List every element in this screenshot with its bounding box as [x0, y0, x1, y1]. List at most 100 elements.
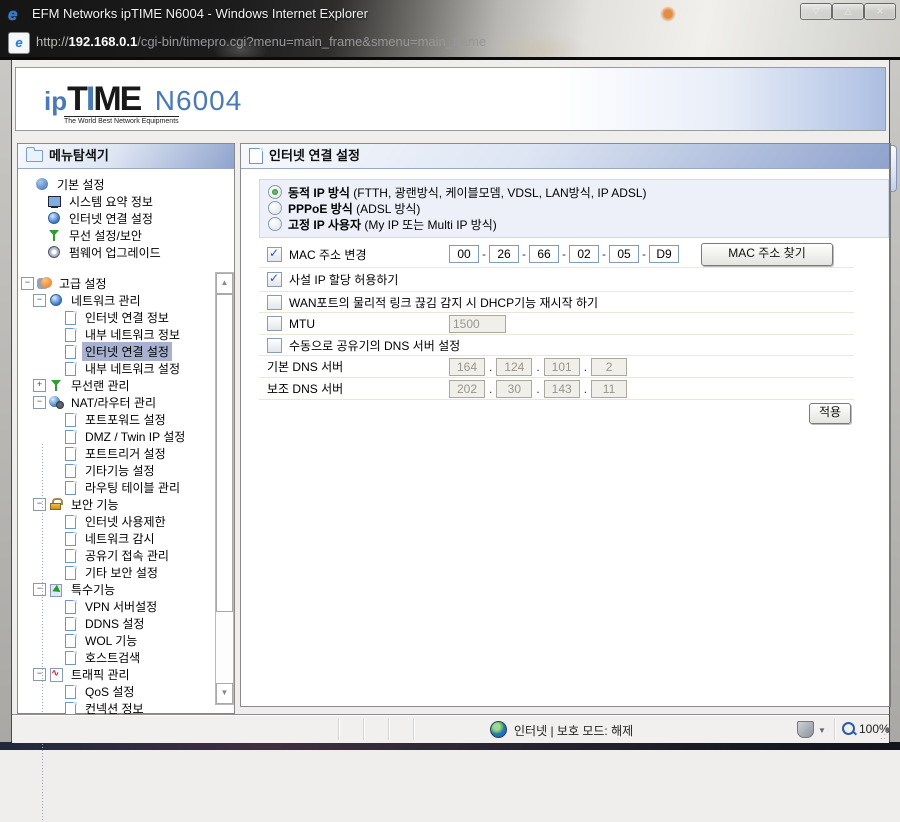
tree-item[interactable]: 라우팅 테이블 관리 — [19, 479, 211, 496]
tree-item[interactable]: 호스트검색 — [19, 649, 211, 666]
tree-item[interactable]: 포트포워드 설정 — [19, 411, 211, 428]
tree-item[interactable]: DMZ / Twin IP 설정 — [19, 428, 211, 445]
smartscreen-shield-icon[interactable] — [797, 721, 814, 738]
address-bar[interactable]: e http://192.168.0.1/cgi-bin/timepro.cgi… — [0, 28, 900, 57]
collapse-icon[interactable]: − — [33, 583, 46, 596]
mtu-checkbox[interactable] — [267, 316, 282, 331]
tree-item[interactable]: QoS 설정 — [19, 683, 211, 700]
dns-secondary-row: 보조 DNS 서버 . . . — [259, 378, 854, 400]
tree-item[interactable]: 기본 설정 — [19, 176, 211, 193]
tree-item[interactable]: −트래픽 관리 — [19, 666, 211, 683]
dns-manual-checkbox[interactable] — [267, 337, 282, 353]
doc-icon — [63, 328, 78, 342]
mac-octet-6[interactable] — [649, 245, 679, 263]
tree-item[interactable]: 내부 네트워크 정보 — [19, 326, 211, 343]
mac-octet-1[interactable] — [449, 245, 479, 263]
doc-icon — [63, 430, 78, 444]
tree-item[interactable]: 인터넷 연결 설정 — [19, 210, 211, 227]
tree-item[interactable]: − 보안 기능 — [19, 496, 211, 513]
scroll-up-icon[interactable]: ▲ — [216, 273, 233, 294]
tree-item[interactable]: WOL 기능 — [19, 632, 211, 649]
tree-item[interactable]: − 네트워크 관리 — [19, 292, 211, 309]
apply-row: 적용 — [259, 400, 854, 426]
document-icon — [249, 148, 263, 164]
mac-octet-3[interactable] — [529, 245, 559, 263]
gear-orange-icon — [37, 277, 52, 290]
collapse-icon[interactable]: − — [33, 668, 46, 681]
doc-icon — [63, 362, 78, 376]
private-ip-row: 사설 IP 할당 허용하기 — [259, 268, 854, 292]
mac-octet-2[interactable] — [489, 245, 519, 263]
dns2-octet-4 — [591, 379, 628, 398]
tree-item[interactable]: VPN 서버설정 — [19, 598, 211, 615]
tree-item[interactable]: 인터넷 연결 설정 — [19, 342, 211, 361]
globe-icon — [47, 212, 62, 225]
collapse-icon[interactable]: − — [33, 396, 46, 409]
page-favicon: e — [8, 32, 30, 54]
doc-icon — [63, 549, 78, 563]
collapse-icon[interactable]: − — [21, 277, 34, 290]
tree-item[interactable]: 내부 네트워크 설정 — [19, 360, 211, 377]
shield-dropdown-icon[interactable]: ▼ — [818, 726, 826, 735]
antenna-icon — [49, 379, 64, 392]
tree-item[interactable]: 무선 설정/보안 — [19, 227, 211, 244]
resize-grip[interactable]: .: — [880, 731, 887, 741]
private-ip-checkbox[interactable] — [267, 271, 282, 287]
dns-primary-row: 기본 DNS 서버 . . . — [259, 356, 854, 378]
mac-change-checkbox[interactable] — [267, 246, 282, 262]
doc-icon — [63, 617, 78, 631]
doc-icon — [63, 515, 78, 529]
radio-dynamic-ip[interactable] — [268, 185, 282, 199]
tree-item[interactable]: 기타 보안 설정 — [19, 564, 211, 581]
dns2-octet-2 — [496, 379, 533, 398]
tree-item[interactable]: DDNS 설정 — [19, 615, 211, 632]
close-button[interactable]: ✕ — [864, 3, 896, 20]
sidebar-scrollbar[interactable]: ▲ ▼ — [215, 272, 234, 705]
sidebar-title: 메뉴탐색기 — [49, 148, 109, 163]
tree-item[interactable]: − 고급 설정 — [19, 275, 211, 292]
content-panel: 인터넷 연결 설정 동적 IP 방식 (FTTH, 광랜방식, 케이블모뎀, V… — [240, 143, 891, 707]
radio-static-ip[interactable] — [268, 217, 282, 231]
tree-item[interactable]: − 특수기능 — [19, 581, 211, 598]
wan-type-option-dynamic[interactable]: 동적 IP 방식 (FTTH, 광랜방식, 케이블모뎀, VDSL, LAN방식… — [268, 184, 880, 200]
mac-octet-4[interactable] — [569, 245, 599, 263]
dns-primary-label: 기본 DNS 서버 — [267, 360, 344, 374]
tree-item[interactable]: 기타기능 설정 — [19, 462, 211, 479]
mac-find-button[interactable]: MAC 주소 찾기 — [701, 243, 833, 266]
apply-button[interactable]: 적용 — [809, 403, 851, 424]
collapse-icon[interactable]: − — [33, 498, 46, 511]
tree-item[interactable]: 네트워크 감시 — [19, 530, 211, 547]
mtu-label: MTU — [289, 316, 315, 331]
scrollbar-thumb[interactable] — [216, 294, 233, 612]
scroll-down-icon[interactable]: ▼ — [216, 683, 233, 704]
tree-item[interactable]: 시스템 요약 정보 — [19, 193, 211, 210]
wan-link-checkbox[interactable] — [267, 294, 282, 310]
tree-item[interactable]: 인터넷 연결 정보 — [19, 309, 211, 326]
url-text[interactable]: http://192.168.0.1/cgi-bin/timepro.cgi?m… — [36, 34, 486, 49]
minimize-button[interactable]: ▽ — [800, 3, 832, 20]
zoom-magnifier-icon[interactable] — [842, 722, 855, 735]
collapse-icon[interactable]: − — [33, 294, 46, 307]
internet-zone-icon — [490, 721, 507, 738]
tree-item[interactable]: 공유기 접속 관리 — [19, 547, 211, 564]
radio-pppoe[interactable] — [268, 201, 282, 215]
mac-octet-5[interactable] — [609, 245, 639, 263]
statusbar-divider — [388, 718, 389, 740]
private-ip-label: 사설 IP 할당 허용하기 — [289, 273, 399, 287]
expand-icon[interactable]: + — [33, 379, 46, 392]
wan-type-option-static[interactable]: 고정 IP 사용자 (My IP 또는 Multi IP 방식) — [268, 216, 880, 232]
tree-item[interactable]: 포트트리거 설정 — [19, 445, 211, 462]
title-bar: e EFM Networks ipTIME N6004 - Windows In… — [0, 0, 900, 28]
gear-blue-icon — [35, 178, 50, 191]
wan-type-option-pppoe[interactable]: PPPoE 방식 (ADSL 방식) — [268, 200, 880, 216]
maximize-button[interactable]: △ — [832, 3, 864, 20]
wan-link-row: WAN포트의 물리적 링크 끊김 감지 시 DHCP기능 재시작 하기 — [259, 292, 854, 313]
tree-item[interactable]: − NAT/라우터 관리 — [19, 394, 211, 411]
tree-item[interactable]: 인터넷 사용제한 — [19, 513, 211, 530]
globe-icon — [49, 294, 64, 307]
tree-item-label[interactable]: 펌웨어 업그레이드 — [66, 243, 164, 262]
statusbar-divider — [413, 718, 414, 740]
tree-item[interactable]: 펌웨어 업그레이드 — [19, 244, 211, 261]
tree-item[interactable]: + 무선랜 관리 — [19, 377, 211, 394]
doc-icon — [63, 685, 78, 699]
